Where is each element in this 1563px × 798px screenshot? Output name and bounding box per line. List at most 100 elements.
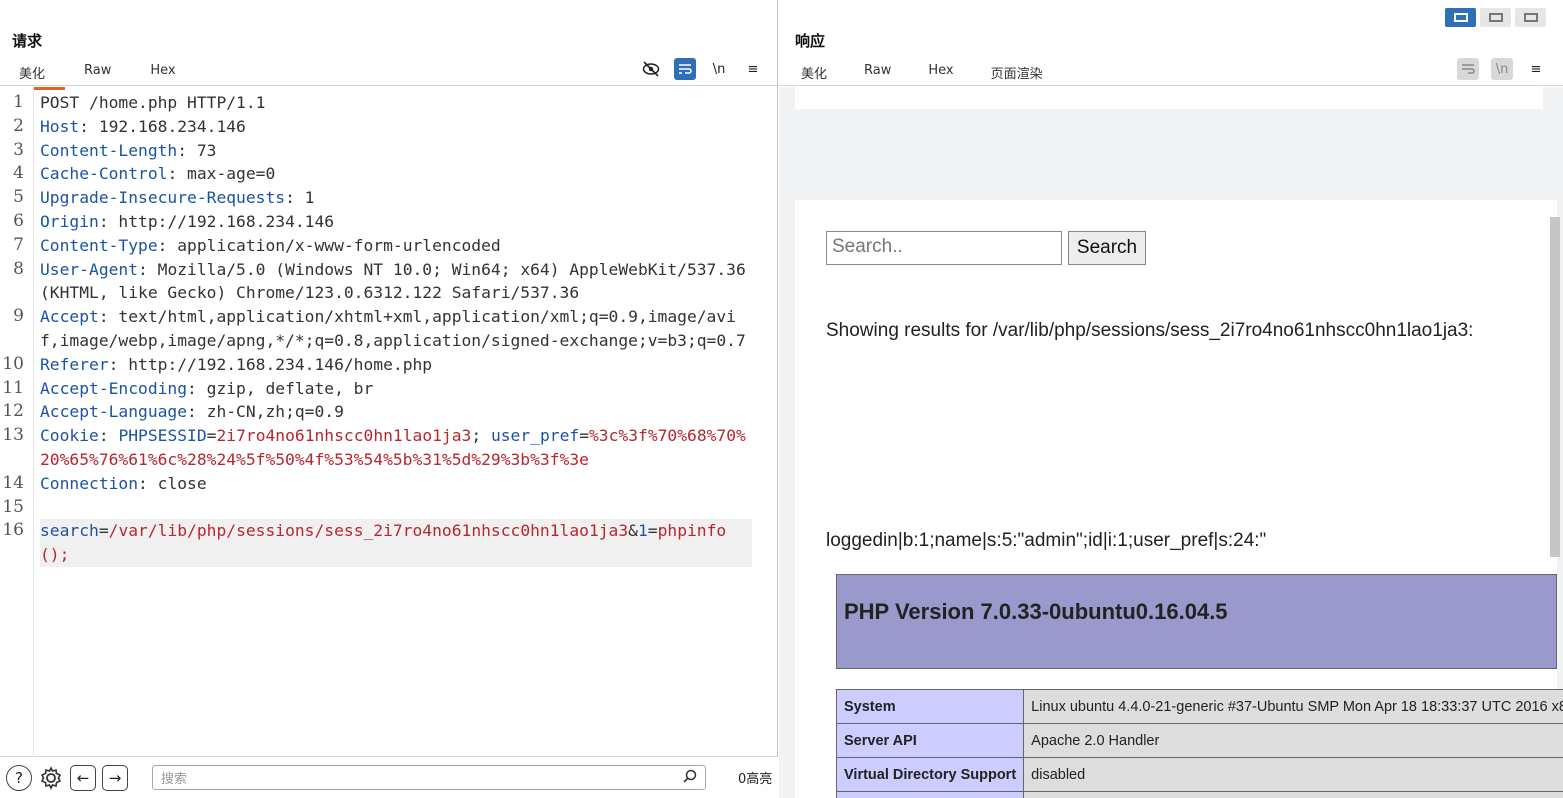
highlight-count: 0高亮	[738, 772, 773, 787]
line-code: Accept-Language: zh-CN,zh;q=0.9	[40, 400, 752, 424]
magnifier-icon	[683, 769, 697, 787]
code-line: 3 Content-Length: 73	[0, 139, 763, 163]
request-tabs: 美化 Raw Hex	[0, 60, 196, 90]
wrap-lines-icon[interactable]	[674, 58, 696, 80]
row-value: Apache 2.0 Handler	[1023, 723, 1563, 758]
code-line: 4 Cache-Control: max-age=0	[0, 162, 763, 186]
line-code: Accept: text/html,application/xhtml+xml,…	[40, 305, 752, 353]
layout-side-by-side-icon[interactable]	[1445, 8, 1476, 27]
line-code: Origin: http://192.168.234.146	[40, 210, 752, 234]
code-token: PHPSESSID	[118, 426, 207, 446]
line-code: Host: 192.168.234.146	[40, 115, 752, 139]
request-title: 请求	[12, 32, 43, 50]
back-arrow-icon[interactable]: ←	[70, 764, 96, 791]
code-token: Accept-Language	[40, 402, 188, 422]
bottom-search-placeholder: 搜索	[161, 772, 188, 787]
phpinfo-table: System Linux ubuntu 4.4.0-21-generic #37-…	[835, 689, 1563, 798]
code-line: 1 POST /home.php HTTP/1.1	[0, 91, 763, 115]
code-token: ;	[471, 426, 491, 446]
code-token: Referer	[40, 354, 109, 374]
code-token: :	[98, 426, 119, 446]
rendered-page: Search.. Search Showing results for /var…	[779, 87, 1563, 798]
line-number: 3	[13, 139, 24, 160]
table-row: Virtual Directory Support disabled	[835, 757, 1563, 792]
row-label: System	[835, 689, 1025, 724]
newline-toggle[interactable]: \n	[1491, 58, 1513, 80]
table-row: Server API Apache 2.0 Handler	[835, 723, 1563, 758]
code-token: /var/lib/php/sessions/sess_2i7ro4no61nhs…	[108, 521, 629, 541]
page-card-top	[795, 87, 1543, 109]
row-label	[835, 791, 1025, 798]
code-token: Accept	[40, 307, 99, 327]
code-token: : zh-CN,zh;q=0.9	[187, 402, 344, 422]
code-line: 11 Accept-Encoding: gzip, deflate, br	[0, 377, 763, 401]
request-lines: 1 POST /home.php HTTP/1.1 2 Host: 192.168.2…	[0, 91, 763, 567]
help-icon[interactable]: ?	[6, 764, 32, 791]
tab-hex[interactable]: Hex	[131, 60, 195, 88]
code-token: : 192.168.234.146	[79, 116, 246, 136]
settings-gear-icon[interactable]	[38, 765, 64, 791]
code-line: 7 Content-Type: application/x-www-form-ur…	[0, 234, 763, 258]
render-scrollbar[interactable]	[1550, 217, 1560, 557]
tab-divider	[0, 85, 777, 86]
table-row	[835, 791, 1563, 798]
layout-stacked-icon[interactable]	[1480, 8, 1511, 27]
request-toolbar: \n ≡	[640, 58, 764, 80]
line-code: Content-Type: application/x-www-form-url…	[40, 234, 752, 258]
code-token: Connection	[40, 473, 139, 493]
code-token: Content-Length	[40, 140, 178, 160]
code-token: Origin	[40, 211, 99, 231]
code-token: POST /home.php HTTP/1.1	[40, 93, 266, 112]
tab-render[interactable]: 页面渲染	[972, 60, 1062, 90]
line-number: 11	[2, 377, 24, 398]
request-editor[interactable]: 1 POST /home.php HTTP/1.1 2 Host: 192.168.2…	[0, 87, 777, 755]
newline-toggle[interactable]: \n	[708, 58, 730, 80]
menu-icon[interactable]: ≡	[742, 58, 764, 80]
phpinfo-header: PHP Version 7.0.33-0ubuntu0.16.04.5	[836, 574, 1557, 669]
results-heading: Showing results for /var/lib/php/session…	[826, 320, 1474, 341]
layout-single-icon[interactable]	[1515, 8, 1546, 27]
tab-raw[interactable]: Raw	[65, 60, 131, 88]
code-token: : Mozilla/5.0 (Windows NT 10.0; Win64; x…	[40, 259, 756, 303]
line-number: 5	[13, 187, 24, 208]
row-label: Virtual Directory Support	[835, 757, 1025, 792]
code-token: Cache-Control	[40, 164, 168, 184]
tab-hex[interactable]: Hex	[910, 60, 972, 88]
wrap-lines-icon[interactable]	[1457, 58, 1479, 80]
code-token: : http://192.168.234.146	[98, 211, 335, 231]
row-value: disabled	[1023, 757, 1563, 792]
layout-toggle-group	[1445, 8, 1546, 27]
code-token: : http://192.168.234.146/home.php	[108, 354, 433, 374]
line-number: 2	[13, 115, 24, 136]
code-line: 9 Accept: text/html,application/xhtml+xml…	[0, 305, 763, 353]
table-row: System Linux ubuntu 4.4.0-21-generic #37-…	[835, 689, 1563, 724]
line-code: Cookie: PHPSESSID=2i7ro4no61nhscc0hn1lao…	[40, 424, 752, 472]
code-line: 12 Accept-Language: zh-CN,zh;q=0.9	[0, 400, 763, 424]
burp-repeater: 请求 美化 Raw Hex \n ≡ 1 POST /home.php HTTP/…	[0, 0, 1563, 798]
tab-pretty[interactable]: 美化	[0, 60, 66, 90]
code-line: 16 search=/var/lib/php/sessions/sess_2i7r…	[0, 519, 763, 567]
code-token: : close	[138, 473, 207, 493]
line-number: 14	[2, 472, 24, 493]
render-search-input[interactable]: Search..	[826, 231, 1062, 265]
forward-arrow-icon[interactable]: →	[102, 764, 128, 791]
code-line: 8 User-Agent: Mozilla/5.0 (Windows NT 10.…	[0, 258, 763, 306]
code-token: Upgrade-Insecure-Requests	[40, 188, 286, 208]
code-token: : application/x-www-form-urlencoded	[157, 235, 501, 255]
code-token: : gzip, deflate, br	[187, 378, 374, 398]
code-token: 2i7ro4no61nhscc0hn1lao1ja3	[216, 426, 472, 446]
menu-icon[interactable]: ≡	[1525, 58, 1547, 80]
tab-pretty[interactable]: 美化	[783, 60, 846, 88]
render-search-button[interactable]: Search	[1068, 231, 1146, 265]
hide-eye-icon[interactable]	[640, 58, 662, 80]
line-code: Upgrade-Insecure-Requests: 1	[40, 186, 752, 210]
tab-raw[interactable]: Raw	[846, 60, 910, 88]
php-version-title: PHP Version 7.0.33-0ubuntu0.16.04.5	[844, 599, 1228, 624]
bottom-search-input[interactable]: 搜索	[152, 765, 706, 790]
line-number: 13	[2, 425, 24, 446]
line-code: search=/var/lib/php/sessions/sess_2i7ro4…	[40, 519, 752, 567]
session-dump-text: loggedin|b:1;name|s:5:"admin";id|i:1;use…	[826, 530, 1267, 551]
line-number: 15	[2, 496, 24, 517]
code-line: 15	[0, 496, 763, 520]
